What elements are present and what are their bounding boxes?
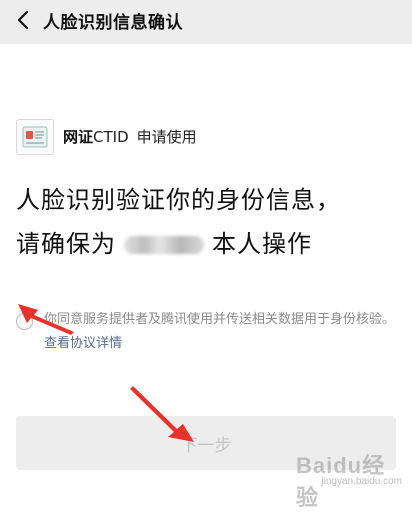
chevron-left-icon [17, 10, 29, 30]
page-title: 人脸识别信息确认 [43, 13, 183, 33]
consent-statement: 你同意服务提供者及腾讯使用并传送相关数据用于身份核验。 [44, 312, 396, 327]
next-step-button[interactable]: 下一步 [16, 416, 396, 470]
app-name-suffix: CTID [93, 128, 129, 146]
id-card-icon [22, 126, 48, 148]
headline-suffix: 本人操作 [212, 230, 312, 258]
request-text: 申请使用 [136, 128, 197, 146]
app-logo [16, 119, 54, 155]
watermark-sub: jingyan.baidu.com [321, 476, 402, 487]
consent-radio-button[interactable] [16, 313, 33, 330]
top-navigation-bar: 人脸识别信息确认 [0, 0, 412, 44]
app-name: 网证 [63, 128, 94, 146]
consent-text: 你同意服务提供者及腾讯使用并传送相关数据用于身份核验。查看协议详情 [44, 308, 406, 356]
headline-prefix: 请确保为 [16, 230, 116, 258]
requesting-app-line: 网证CTID 申请使用 [63, 126, 197, 147]
blurred-name [124, 236, 204, 254]
headline: 人脸识别验证你的身份信息， 请确保为 本人操作 [16, 178, 401, 266]
headline-line-1: 人脸识别验证你的身份信息， [16, 186, 341, 214]
headline-line-2: 请确保为 本人操作 [16, 222, 401, 266]
view-agreement-link[interactable]: 查看协议详情 [44, 336, 122, 351]
back-button[interactable] [12, 9, 34, 31]
consent-row: 你同意服务提供者及腾讯使用并传送相关数据用于身份核验。查看协议详情 [16, 308, 404, 356]
